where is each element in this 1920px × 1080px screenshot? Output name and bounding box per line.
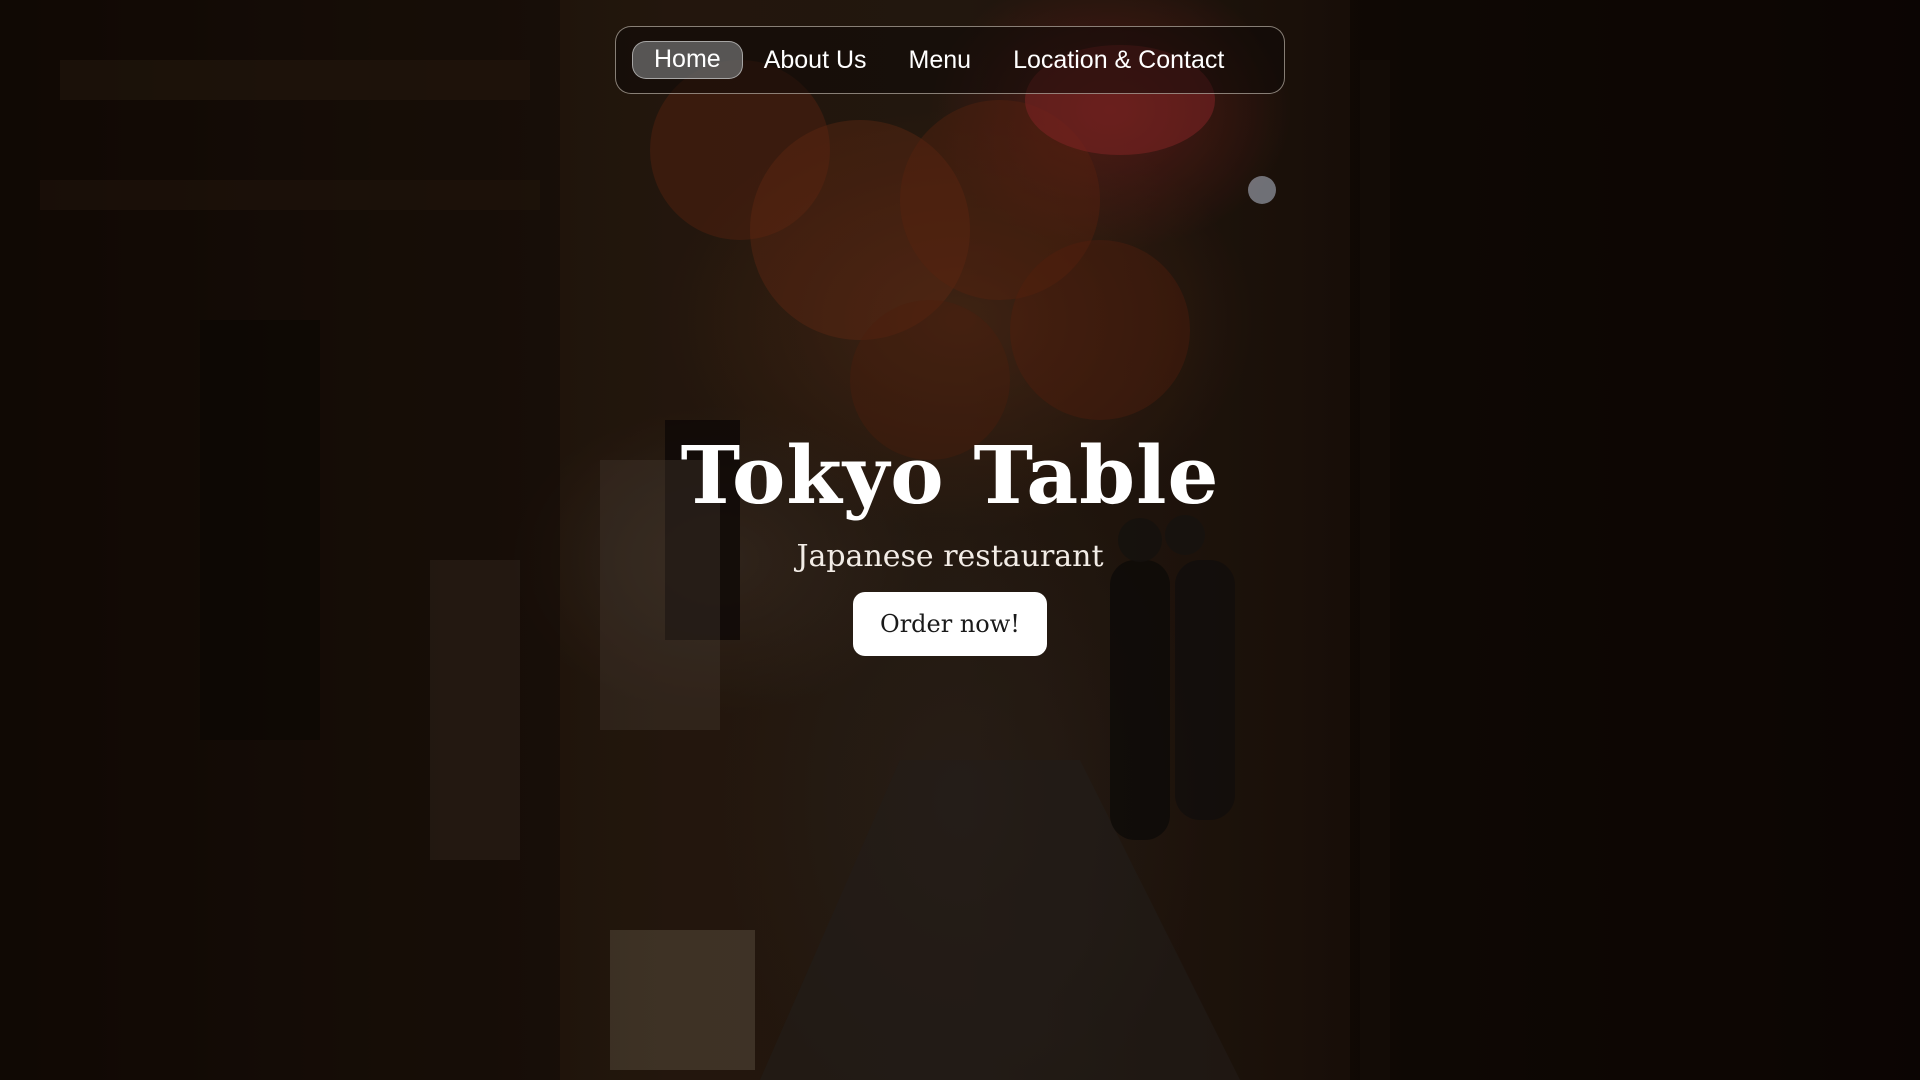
hero-content: Tokyo Table Japanese restaurant Order no… [0, 420, 1900, 656]
main-navigation: Home About Us Menu Location & Contact [615, 26, 1285, 94]
restaurant-subtitle: Japanese restaurant [796, 539, 1104, 574]
nav-home[interactable]: Home [632, 41, 743, 79]
nav-about-us[interactable]: About Us [743, 41, 888, 79]
restaurant-title: Tokyo Table [680, 428, 1220, 522]
nav-menu[interactable]: Menu [888, 41, 993, 79]
nav-location-contact[interactable]: Location & Contact [992, 41, 1245, 79]
order-now-button[interactable]: Order now! [853, 592, 1047, 656]
hero-section: Home About Us Menu Location & Contact To… [0, 0, 1920, 1080]
